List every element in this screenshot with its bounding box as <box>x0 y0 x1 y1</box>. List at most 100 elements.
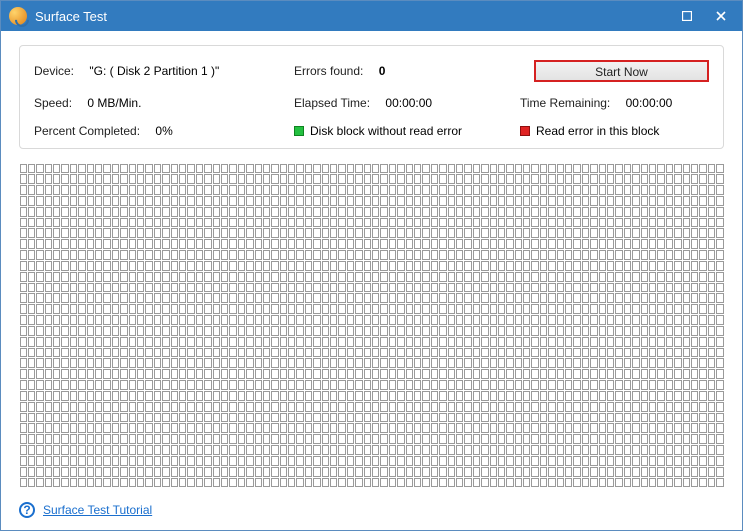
maximize-button[interactable] <box>670 1 704 31</box>
legend-ok-label: Disk block without read error <box>310 124 462 138</box>
disk-block <box>288 326 295 336</box>
disk-block <box>691 218 698 228</box>
disk-block <box>431 337 438 347</box>
disk-block <box>414 348 421 358</box>
disk-block <box>557 456 564 466</box>
disk-block <box>70 380 77 390</box>
disk-block <box>271 348 278 358</box>
close-button[interactable] <box>704 1 738 31</box>
disk-block <box>691 326 698 336</box>
disk-block <box>255 391 262 401</box>
disk-block <box>557 218 564 228</box>
disk-block <box>498 326 505 336</box>
disk-block <box>137 196 144 206</box>
disk-block <box>540 478 547 488</box>
disk-block <box>347 293 354 303</box>
disk-block <box>338 272 345 282</box>
disk-block <box>355 293 362 303</box>
disk-block <box>129 207 136 217</box>
disk-block <box>213 369 220 379</box>
disk-block <box>456 218 463 228</box>
disk-block <box>78 337 85 347</box>
disk-block <box>103 261 110 271</box>
disk-block <box>36 348 43 358</box>
disk-block <box>255 337 262 347</box>
disk-block <box>683 250 690 260</box>
disk-block <box>431 326 438 336</box>
disk-block <box>599 369 606 379</box>
disk-block <box>145 402 152 412</box>
disk-block <box>103 174 110 184</box>
disk-block <box>263 293 270 303</box>
disk-block <box>456 337 463 347</box>
disk-block <box>338 478 345 488</box>
disk-block <box>347 434 354 444</box>
disk-block <box>36 423 43 433</box>
disk-block <box>414 467 421 477</box>
start-now-button[interactable]: Start Now <box>534 60 709 82</box>
disk-block <box>380 337 387 347</box>
disk-block <box>53 326 60 336</box>
disk-block <box>229 467 236 477</box>
disk-block <box>599 239 606 249</box>
disk-block <box>406 326 413 336</box>
disk-block <box>129 358 136 368</box>
disk-block <box>582 380 589 390</box>
disk-block <box>389 218 396 228</box>
disk-block <box>162 218 169 228</box>
disk-block <box>473 293 480 303</box>
disk-block <box>187 413 194 423</box>
disk-block <box>162 283 169 293</box>
disk-block <box>582 272 589 282</box>
disk-block <box>120 369 127 379</box>
disk-block <box>431 283 438 293</box>
disk-block <box>145 164 152 174</box>
disk-block <box>439 293 446 303</box>
disk-block <box>162 228 169 238</box>
disk-block <box>448 358 455 368</box>
disk-block <box>95 283 102 293</box>
disk-block <box>87 261 94 271</box>
disk-block <box>540 283 547 293</box>
disk-block <box>422 348 429 358</box>
disk-block <box>590 239 597 249</box>
disk-block <box>255 456 262 466</box>
disk-block <box>296 413 303 423</box>
disk-block <box>573 478 580 488</box>
disk-block <box>615 174 622 184</box>
disk-block <box>473 478 480 488</box>
disk-block <box>683 283 690 293</box>
disk-block <box>414 228 421 238</box>
disk-block <box>624 293 631 303</box>
disk-block <box>699 445 706 455</box>
disk-block <box>573 304 580 314</box>
disk-block <box>582 358 589 368</box>
disk-block <box>389 413 396 423</box>
disk-block <box>515 174 522 184</box>
disk-block <box>296 218 303 228</box>
disk-block <box>490 358 497 368</box>
disk-block <box>380 293 387 303</box>
disk-block <box>657 478 664 488</box>
window-title: Surface Test <box>35 9 670 24</box>
disk-block <box>540 207 547 217</box>
disk-block <box>372 391 379 401</box>
disk-block <box>607 164 614 174</box>
disk-block <box>196 456 203 466</box>
disk-block <box>506 445 513 455</box>
disk-block <box>439 369 446 379</box>
disk-block <box>120 174 127 184</box>
disk-block <box>154 228 161 238</box>
disk-block <box>397 304 404 314</box>
disk-block <box>439 164 446 174</box>
disk-block <box>229 434 236 444</box>
disk-block <box>364 358 371 368</box>
disk-block <box>95 164 102 174</box>
disk-block <box>473 196 480 206</box>
disk-block <box>338 369 345 379</box>
disk-block <box>36 261 43 271</box>
disk-block <box>154 185 161 195</box>
tutorial-link[interactable]: Surface Test Tutorial <box>43 503 152 517</box>
disk-block <box>103 478 110 488</box>
disk-block <box>389 326 396 336</box>
